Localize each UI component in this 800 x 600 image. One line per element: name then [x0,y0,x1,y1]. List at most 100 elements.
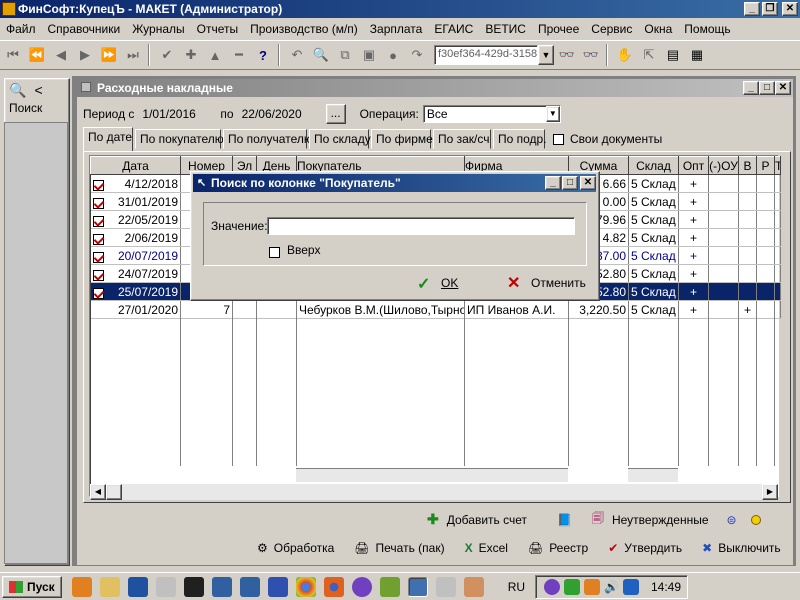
menu-file[interactable]: Файл [0,19,42,39]
col-r[interactable]: Р [756,156,775,175]
col-v[interactable]: В [738,156,757,175]
row-check-icon[interactable] [92,233,104,245]
app-window-icon[interactable] [211,576,232,597]
period-from-field[interactable]: 1/01/2016 [142,107,212,121]
check-icon[interactable]: ✔ [156,44,178,66]
search-icon[interactable]: 🔍 [9,82,26,99]
folder-icon[interactable] [99,576,120,597]
minimize-button[interactable]: _ [744,2,760,16]
menu-directories[interactable]: Справочники [42,19,127,39]
period-picker-button[interactable]: ... [325,104,346,124]
col-warehouse[interactable]: Склад [628,156,679,175]
col-ou[interactable]: (-)ОУ [708,156,739,175]
guid-field[interactable]: f30ef364-429d-3158- [434,45,538,65]
table-row[interactable]: 27/01/2020 7 Чебурков В.М.(Шилово,Тырново И… [90,300,781,319]
child-minimize-button[interactable]: _ [743,81,759,95]
windows-cascade-icon[interactable]: ▦ [686,44,708,66]
prev-record-icon[interactable]: ◀ [50,44,72,66]
col-opt[interactable]: Опт [678,156,709,175]
volume-icon[interactable]: 🔊 [604,580,619,594]
tray-flag-icon[interactable] [584,578,601,595]
record-icon[interactable]: ● [382,44,404,66]
col-date[interactable]: Дата [90,156,181,175]
warehouse-column-scrollbar[interactable] [628,468,678,482]
child-maximize-button[interactable]: □ [759,81,775,95]
tab-by-warehouse[interactable]: По складу [309,129,371,149]
hand-icon[interactable]: ✋ [614,44,636,66]
start-button[interactable]: Пуск [2,575,62,598]
menu-production[interactable]: Производство (м/п) [244,19,364,39]
media-player-icon[interactable] [71,576,92,597]
back-arrow[interactable]: < [34,82,42,98]
chrome-icon[interactable] [295,576,316,597]
operation-dropdown-icon[interactable]: ▼ [545,106,560,122]
menu-salary[interactable]: Зарплата [364,19,429,39]
active-app-icon[interactable] [407,576,428,597]
triangle-app-icon[interactable] [267,576,288,597]
excel-button[interactable]: Excel [479,541,508,555]
grid-horizontal-scrollbar[interactable]: ◀ ▶ [90,484,778,500]
undo-icon[interactable]: ↶ [286,44,308,66]
app-window2-icon[interactable] [239,576,260,597]
next-record-icon[interactable]: ▶ [74,44,96,66]
menu-other[interactable]: Прочее [532,19,585,39]
up-checkbox[interactable] [269,247,280,259]
row-check-icon[interactable] [92,269,104,281]
tab-by-firm[interactable]: По фирме [371,129,433,149]
last-record-icon[interactable]: ⏭ [122,44,144,66]
unconfirmed-button[interactable]: Неутвержденные [612,513,709,527]
tray-shield-icon[interactable] [564,578,581,595]
refresh-icon[interactable]: ⊜ [727,513,737,527]
paste-icon[interactable]: ▣ [358,44,380,66]
copy-icon[interactable]: ⧉ [334,44,356,66]
guid-dropdown-icon[interactable]: ▼ [538,45,554,65]
row-check-icon[interactable] [92,179,104,191]
scroll-right-icon[interactable]: ▶ [762,484,778,500]
row-check-icon[interactable] [92,197,104,209]
minus-icon[interactable]: ━ [228,44,250,66]
row-check-icon[interactable] [92,251,104,263]
lang-indicator[interactable]: RU [508,580,525,594]
scroll-left-icon[interactable]: ◀ [90,484,106,500]
child-close-button[interactable]: ✕ [775,81,791,95]
col-t[interactable]: Т [774,156,781,175]
add-invoice-button[interactable]: Добавить счет [447,513,527,527]
tab-by-date[interactable]: По дате [83,127,133,151]
tab-by-recipient[interactable]: По получателю [223,129,313,149]
menu-windows[interactable]: Окна [638,19,678,39]
next-page-icon[interactable]: ⏩ [98,44,120,66]
tab-by-buyer[interactable]: По покупателю [135,129,224,149]
menu-help[interactable]: Помощь [678,19,736,39]
menu-journals[interactable]: Журналы [126,19,190,39]
buyer-column-scrollbar[interactable] [296,468,464,482]
row-check-icon[interactable] [92,287,104,299]
ok-button[interactable]: OK [441,276,458,290]
viber-icon[interactable] [351,576,372,597]
scroll-thumb[interactable] [106,484,122,500]
process-button[interactable]: Обработка [274,541,335,555]
help-icon[interactable]: ? [252,44,274,66]
calculator-icon[interactable] [127,576,148,597]
close-button[interactable]: ✕ [782,2,798,16]
print-button[interactable]: Печать (пак) [376,541,445,555]
disable-button[interactable]: Выключить [718,541,780,555]
add-icon[interactable]: ✚ [180,44,202,66]
firefox-icon[interactable] [323,576,344,597]
up-triangle-icon[interactable]: ▲ [204,44,226,66]
tab-by-division[interactable]: По подр. [493,129,547,149]
7zip-icon[interactable] [183,576,204,597]
dialog-maximize-button[interactable]: □ [562,176,578,190]
row-check-icon[interactable] [92,215,104,227]
pointer-icon[interactable]: ⇱ [638,44,660,66]
period-to-field[interactable]: 22/06/2020 [242,107,312,121]
pdf-icon[interactable] [155,576,176,597]
image-app-icon[interactable] [463,576,484,597]
tray-network-icon[interactable] [622,578,639,595]
dialog-minimize-button[interactable]: _ [545,176,561,190]
approve-button[interactable]: Утвердить [624,541,682,555]
menu-service[interactable]: Сервис [585,19,638,39]
dialog-close-button[interactable]: ✕ [580,176,596,190]
first-record-icon[interactable]: ⏮ [2,44,24,66]
find-icon[interactable]: 🔍 [310,44,332,66]
menu-reports[interactable]: Отчеты [191,19,244,39]
